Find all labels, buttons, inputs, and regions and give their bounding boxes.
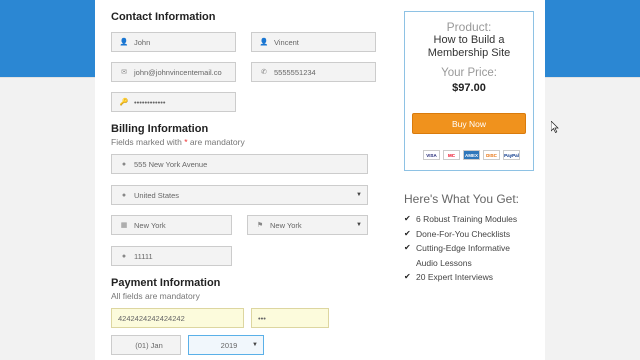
payment-subtitle: All fields are mandatory (111, 291, 200, 301)
billing-title: Billing Information (111, 123, 209, 135)
list-item: ✔ Cutting-Edge Informative (404, 241, 517, 256)
city-field[interactable]: ▦ New York (111, 215, 232, 235)
check-icon: ✔ (404, 228, 411, 238)
benefits-title: Here's What You Get: (404, 192, 520, 206)
envelope-icon: ✉ (121, 69, 127, 76)
user-icon: 👤 (259, 39, 269, 46)
country-select[interactable]: ● United States ▼ (111, 185, 368, 205)
benefit-text: Cutting-Edge Informative (416, 243, 511, 253)
mastercard-icon: MC (443, 150, 460, 160)
chevron-down-icon: ▼ (356, 192, 362, 198)
user-icon: 👤 (119, 39, 129, 46)
list-item: Audio Lessons (404, 256, 517, 271)
payment-title: Payment Information (111, 277, 221, 289)
phone-value: 5555551234 (274, 67, 316, 77)
email-field[interactable]: ✉ john@johnvincentemail.co (111, 62, 236, 82)
amex-icon: AMEX (463, 150, 480, 160)
cvc-field[interactable]: ••• (251, 308, 329, 328)
payment-cards: VISA MC AMEX DISC PayPal (423, 150, 520, 160)
price-value: $97.00 (452, 82, 486, 94)
chevron-down-icon: ▼ (356, 222, 362, 228)
discover-icon: DISC (483, 150, 500, 160)
check-icon: ✔ (404, 214, 411, 223)
card-number-field[interactable]: 4242424242424242 (111, 308, 244, 328)
globe-icon: ● (121, 191, 127, 199)
card-number-value: 4242424242424242 (118, 313, 185, 323)
last-name-value: Vincent (274, 37, 299, 47)
billing-subtitle: Fields marked with * are mandatory (111, 137, 245, 147)
price-label: Your Price: (441, 67, 497, 79)
mouse-cursor-icon (551, 121, 559, 133)
first-name-value: John (134, 37, 151, 47)
city-value: New York (134, 220, 166, 230)
flag-icon: ⚑ (256, 222, 264, 229)
check-icon: ✔ (404, 272, 411, 281)
benefit-text: 20 Expert Interviews (416, 272, 494, 282)
contact-title: Contact Information (111, 11, 216, 23)
building-icon: ▦ (120, 222, 128, 229)
benefit-text: 6 Robust Training Modules (416, 214, 518, 224)
check-icon: ✔ (404, 243, 411, 252)
email-value: john@johnvincentemail.co (134, 67, 222, 77)
phone-icon: ✆ (261, 69, 267, 76)
state-value: New York (270, 220, 302, 230)
product-name-line-2: Membership Site (427, 47, 511, 59)
benefit-text: Done-For-You Checklists (416, 228, 511, 239)
state-select[interactable]: ⚑ New York ▼ (247, 215, 368, 235)
password-value: •••••••••••• (134, 97, 166, 107)
exp-month-value: (01) Jan (135, 340, 163, 350)
mandatory-star: * (184, 137, 188, 147)
paypal-icon: PayPal (503, 150, 520, 160)
list-item: ✔ Done-For-You Checklists (404, 227, 517, 242)
billing-subtitle-pre: Fields marked with (111, 137, 182, 147)
country-value: United States (134, 190, 180, 200)
billing-subtitle-post: are mandatory (189, 137, 245, 147)
address-field[interactable]: ● 555 New York Avenue (111, 154, 368, 174)
list-item: ✔ 6 Robust Training Modules (404, 212, 517, 227)
key-icon: 🔑 (119, 99, 129, 106)
product-name: How to Build a Membership Site (405, 34, 533, 60)
zip-value: 11111 (134, 251, 153, 261)
map-marker-icon: ● (121, 160, 127, 168)
map-marker-icon: ● (121, 252, 127, 260)
list-item: ✔ 20 Expert Interviews (404, 270, 517, 285)
product-name-line-1: How to Build a (433, 34, 505, 46)
exp-year-value: 2019 (220, 340, 238, 350)
exp-month-select[interactable]: (01) Jan (111, 335, 181, 355)
address-value: 555 New York Avenue (134, 159, 208, 169)
buy-now-button[interactable]: Buy Now (412, 113, 526, 134)
product-label: Product: (446, 20, 492, 34)
visa-icon: VISA (423, 150, 440, 160)
phone-field[interactable]: ✆ 5555551234 (251, 62, 376, 82)
chevron-down-icon: ▼ (252, 342, 258, 348)
cvc-value: ••• (258, 313, 266, 323)
zip-field[interactable]: ● 11111 (111, 246, 232, 266)
password-field[interactable]: 🔑 •••••••••••• (111, 92, 236, 112)
last-name-field[interactable]: 👤 Vincent (251, 32, 376, 52)
exp-year-select[interactable]: 2019 ▼ (188, 335, 264, 355)
benefits-list: ✔ 6 Robust Training Modules ✔ Done-For-You… (404, 212, 517, 285)
product-box: Product: How to Build a Membership Site … (404, 11, 534, 171)
benefit-text: Audio Lessons (416, 257, 472, 268)
first-name-field[interactable]: 👤 John (111, 32, 236, 52)
